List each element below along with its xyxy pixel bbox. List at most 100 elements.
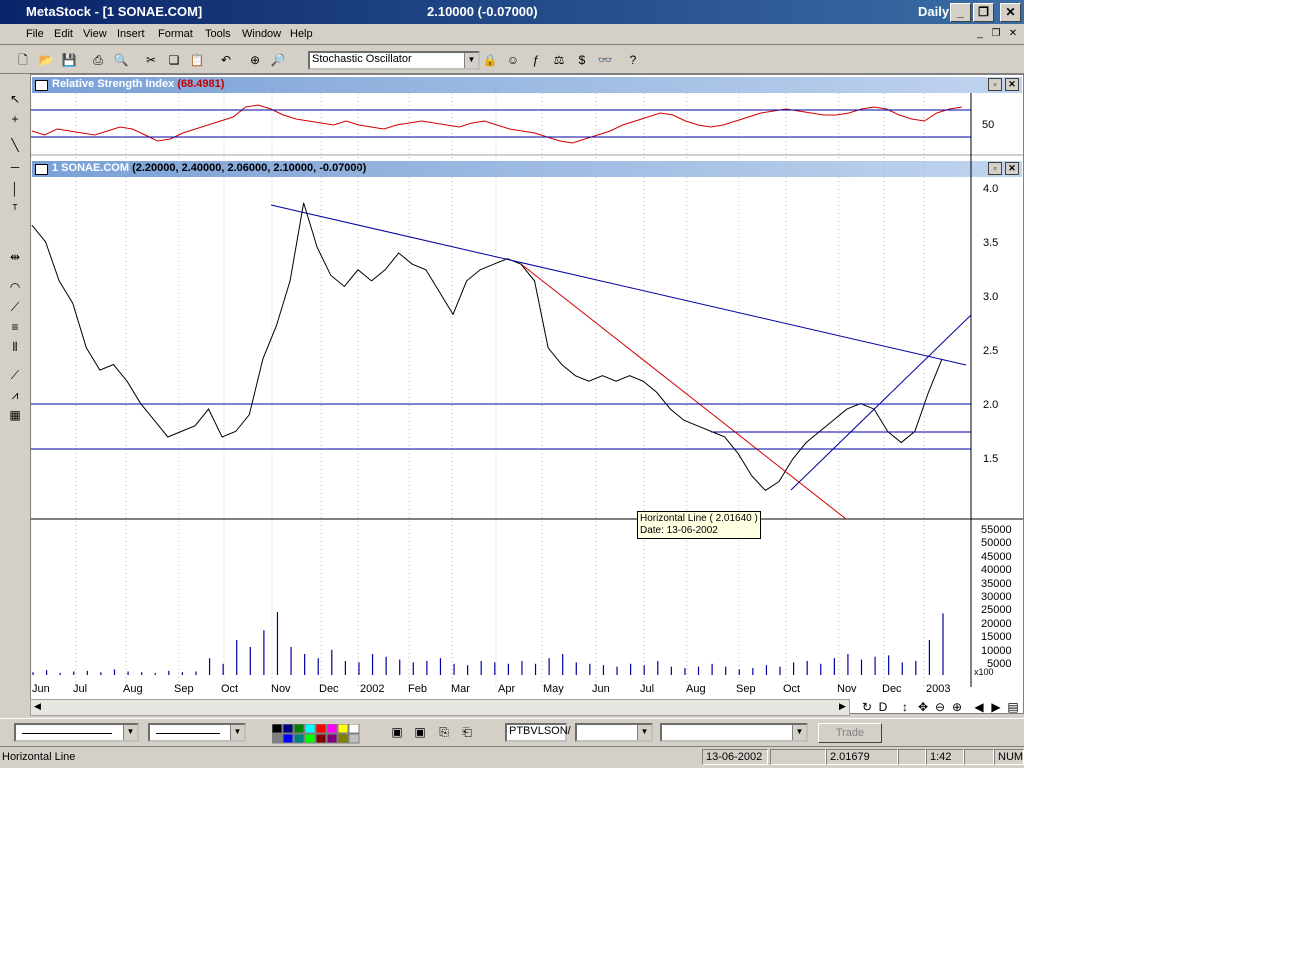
palette-swatch (315, 724, 327, 734)
color-palette[interactable] (272, 724, 366, 744)
indicator-select[interactable]: Stochastic Oscillator ▼ (308, 51, 480, 70)
expert-icon[interactable]: ☺ (504, 52, 522, 68)
snapshot-icon[interactable]: ⎗ (458, 724, 476, 740)
horizontal-scrollbar[interactable]: ◀ ▶ (30, 699, 850, 716)
menu-edit[interactable]: Edit (54, 28, 73, 40)
mdi-restore-icon[interactable]: ❐ (988, 27, 1004, 41)
arc-icon[interactable]: ◠ (5, 278, 25, 296)
volume-ytick: 35000 (981, 578, 1012, 590)
restore-button[interactable]: ❐ (973, 3, 994, 22)
chevron-down-icon[interactable]: ▼ (230, 725, 244, 740)
trade-button[interactable]: Trade (818, 723, 882, 743)
mdi-close-icon[interactable]: ✕ (1005, 27, 1021, 41)
paste-icon[interactable]: 📋 (188, 52, 206, 68)
next-icon[interactable]: ▶ (987, 699, 1005, 715)
gann-grid-icon[interactable]: ▦ (5, 406, 25, 424)
zoom-icon[interactable]: 🔎 (269, 52, 287, 68)
menu-format[interactable]: Format (158, 28, 193, 40)
gann-fan-icon[interactable]: ⩘ (5, 386, 25, 404)
pan-icon[interactable]: ✥ (914, 699, 932, 715)
lock-icon[interactable]: 🔒 (481, 52, 499, 68)
print-preview-icon[interactable]: 🔍 (112, 52, 130, 68)
fan-icon[interactable]: ⟋ (5, 298, 25, 316)
copy-icon[interactable]: ❏ (165, 52, 183, 68)
horizontal-line-icon[interactable]: ─ (5, 158, 25, 176)
status-blank (964, 749, 994, 765)
x-label: Jun (592, 683, 610, 695)
open-icon[interactable]: 📂 (37, 52, 55, 68)
x-label: Dec (882, 683, 902, 695)
help-pointer-icon[interactable]: ? (624, 52, 642, 68)
chevron-down-icon[interactable]: ▼ (637, 725, 651, 740)
scroll-left-icon[interactable]: ◀ (34, 701, 41, 712)
line-weight-preview (156, 733, 220, 734)
period-label[interactable]: Daily (918, 4, 949, 19)
text-icon[interactable]: ᵀ (5, 200, 25, 218)
calendar-icon[interactable]: ▤ (1004, 699, 1022, 715)
retracement-icon[interactable]: ≡ (5, 318, 25, 336)
undo-icon[interactable]: ↶ (217, 52, 235, 68)
format-toolbar: ▼ ▼ ▣ ▣ ⎘ ⎗ PTBVLSON/ ▼ ▼ Trade (0, 718, 1024, 746)
price-ytick: 3.5 (983, 237, 999, 249)
minimize-button[interactable]: _ (950, 3, 971, 22)
cut-icon[interactable]: ✂ (142, 52, 160, 68)
palette-swatch (304, 733, 316, 744)
menu-view[interactable]: View (83, 28, 107, 40)
menu-insert[interactable]: Insert (117, 28, 145, 40)
x-label: Apr (498, 683, 516, 695)
mdi-minimize-icon[interactable]: _ (972, 27, 988, 41)
close-button[interactable]: ✕ (1000, 3, 1021, 22)
x-label: Mar (451, 683, 470, 695)
time-zones-icon[interactable]: ⦀ (5, 338, 25, 356)
menu-tools[interactable]: Tools (205, 28, 231, 40)
chart-canvas[interactable] (31, 75, 1023, 713)
scroll-right-icon[interactable]: ▶ (839, 701, 846, 712)
chevron-down-icon[interactable]: ▼ (792, 725, 806, 740)
zoom-out-icon[interactable]: ⊖ (931, 699, 949, 715)
zoom-in-icon[interactable]: ⊕ (948, 699, 966, 715)
x-label: Aug (123, 683, 143, 695)
status-time: 1:42 (926, 749, 964, 765)
scale-icon[interactable]: ↕ (896, 699, 914, 715)
inner-window-icon[interactable]: ▣ (411, 724, 429, 740)
palette-swatch (326, 724, 338, 734)
order-select[interactable]: ▼ (660, 723, 808, 742)
cycle-lines-icon[interactable]: ⇹ (5, 248, 25, 266)
x-label: Nov (271, 683, 291, 695)
chart-options-icon[interactable]: ▣ (388, 724, 406, 740)
template-icon[interactable]: ⎘ (435, 724, 453, 740)
channel-icon[interactable]: ⟋ (5, 366, 25, 384)
chevron-down-icon[interactable]: ▼ (123, 725, 137, 740)
vertical-line-icon[interactable]: │ (5, 180, 25, 198)
pointer-icon[interactable]: ↖ (5, 90, 25, 108)
cross-icon[interactable]: + (5, 110, 25, 128)
system-tester-icon[interactable]: ⚖ (550, 52, 568, 68)
periodicity-icon[interactable]: D (874, 699, 892, 715)
formula-icon[interactable]: ƒ (527, 52, 545, 68)
menu-window[interactable]: Window (242, 28, 281, 40)
print-icon[interactable]: ⎙ (89, 52, 107, 68)
palette-swatch (337, 724, 349, 734)
drawing-toolbar: ↖ + ╲ ─ │ ᵀ ⇹ ◠ ⟋ ≡ ⦀ ⟋ ⩘ ▦ (0, 86, 30, 706)
menu-help[interactable]: Help (290, 28, 313, 40)
status-value: 2.01679 (826, 749, 898, 765)
security-field-value: PTBVLSON/ (509, 725, 571, 737)
prev-icon[interactable]: ◀ (970, 699, 988, 715)
chevron-down-icon[interactable]: ▼ (464, 53, 478, 68)
explorer-icon[interactable]: 👓 (596, 52, 614, 68)
line-style-preview (22, 733, 112, 734)
line-style-select[interactable]: ▼ (14, 723, 139, 742)
menu-file[interactable]: File (26, 28, 44, 40)
trendline-icon[interactable]: ╲ (5, 136, 25, 154)
new-icon[interactable]: 🗋 (14, 52, 32, 68)
volume-ytick: 45000 (981, 551, 1012, 563)
security-field[interactable]: PTBVLSON/ (505, 723, 571, 742)
save-icon[interactable]: 💾 (60, 52, 78, 68)
dollar-icon[interactable]: $ (573, 52, 591, 68)
palette-swatch (337, 733, 349, 744)
line-weight-select[interactable]: ▼ (148, 723, 246, 742)
crosshair-icon[interactable]: ⊕ (246, 52, 264, 68)
chart-area[interactable]: Relative Strength Index (68.4981) ▫ ✕ 1 … (30, 74, 1024, 714)
account-select[interactable]: ▼ (575, 723, 653, 742)
x-label: Dec (319, 683, 339, 695)
